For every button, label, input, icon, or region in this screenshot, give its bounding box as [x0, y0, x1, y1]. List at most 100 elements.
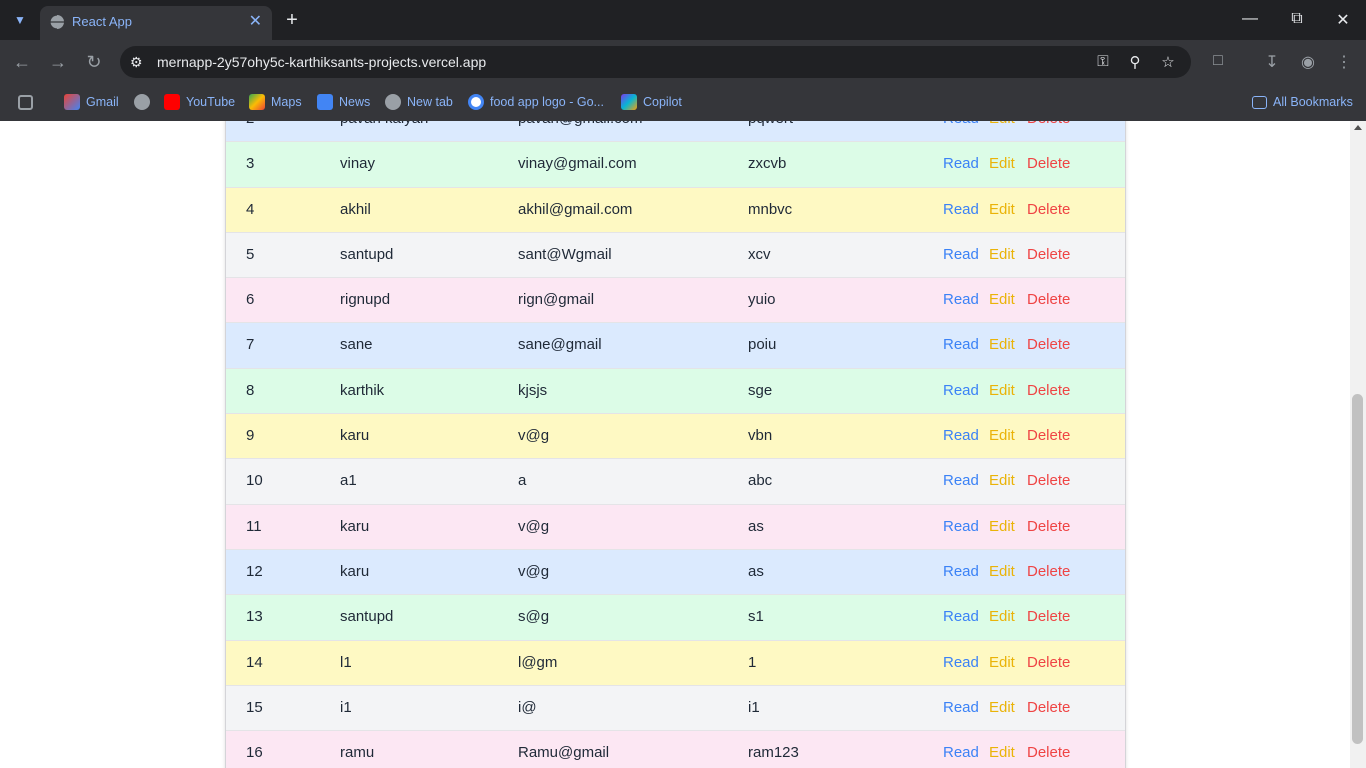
delete-button[interactable]: Delete: [1027, 201, 1070, 218]
user-id: 9: [246, 427, 255, 445]
download-icon[interactable]: ↧: [1262, 52, 1282, 72]
read-button[interactable]: Read: [943, 744, 979, 761]
password-key-icon[interactable]: ⚿: [1093, 53, 1113, 70]
delete-button[interactable]: Delete: [1027, 336, 1070, 353]
user-password: as: [748, 517, 764, 535]
read-button[interactable]: Read: [943, 608, 979, 625]
edit-button[interactable]: Edit: [989, 699, 1015, 716]
user-name: santupd: [340, 245, 394, 263]
user-password: pqwert: [748, 121, 793, 127]
delete-button[interactable]: Delete: [1027, 699, 1070, 716]
read-button[interactable]: Read: [943, 427, 979, 444]
extensions-icon[interactable]: □: [1208, 52, 1228, 70]
page-scrollbar[interactable]: [1350, 121, 1366, 768]
edit-button[interactable]: Edit: [989, 472, 1015, 489]
google-icon: [468, 94, 484, 110]
read-button[interactable]: Read: [943, 472, 979, 489]
scrollbar-thumb[interactable]: [1352, 394, 1363, 744]
site-info-icon[interactable]: ⚙: [130, 54, 146, 70]
address-bar[interactable]: ⚙ mernapp-2y57ohy5c-karthiksants-project…: [120, 46, 1191, 78]
user-email: i@: [518, 698, 537, 716]
edit-button[interactable]: Edit: [989, 427, 1015, 444]
read-button[interactable]: Read: [943, 654, 979, 671]
read-button[interactable]: Read: [943, 291, 979, 308]
user-email: s@g: [518, 608, 550, 626]
bookmark-copilot[interactable]: Copilot: [621, 92, 682, 112]
delete-button[interactable]: Delete: [1027, 654, 1070, 671]
copilot-icon: [621, 94, 637, 110]
edit-button[interactable]: Edit: [989, 246, 1015, 263]
user-id: 10: [246, 472, 263, 490]
bookmark-gmail[interactable]: Gmail: [64, 92, 119, 112]
url-text[interactable]: mernapp-2y57ohy5c-karthiksants-projects.…: [157, 54, 486, 70]
close-tab-icon[interactable]: ✕: [249, 11, 262, 31]
read-button[interactable]: Read: [943, 518, 979, 535]
apps-grid-icon[interactable]: [18, 92, 39, 112]
delete-button[interactable]: Delete: [1027, 246, 1070, 263]
browser-tab[interactable]: React App ✕: [40, 6, 272, 40]
read-button[interactable]: Read: [943, 699, 979, 716]
bookmark-new-tab[interactable]: New tab: [385, 92, 453, 112]
edit-button[interactable]: Edit: [989, 291, 1015, 308]
restore-icon[interactable]: ⧉: [1287, 10, 1307, 28]
scroll-up-icon[interactable]: [1354, 125, 1362, 130]
bookmark-food-app-logo[interactable]: food app logo - Go...: [468, 92, 604, 112]
profile-avatar-icon[interactable]: ◉: [1298, 52, 1318, 72]
bookmark-youtube[interactable]: YouTube: [164, 92, 235, 112]
zoom-icon[interactable]: ⚲: [1125, 53, 1145, 71]
delete-button[interactable]: Delete: [1027, 744, 1070, 761]
menu-icon[interactable]: ⋮: [1334, 52, 1354, 72]
reload-icon[interactable]: ↻: [84, 52, 104, 72]
delete-button[interactable]: Delete: [1027, 608, 1070, 625]
user-password: xcv: [748, 245, 771, 263]
read-button[interactable]: Read: [943, 382, 979, 399]
table-row: 8 karthik kjsjs sge Read Edit Delete: [226, 368, 1125, 415]
edit-button[interactable]: Edit: [989, 654, 1015, 671]
user-id: 13: [246, 608, 263, 626]
delete-button[interactable]: Delete: [1027, 518, 1070, 535]
read-button[interactable]: Read: [943, 201, 979, 218]
delete-button[interactable]: Delete: [1027, 427, 1070, 444]
read-button[interactable]: Read: [943, 336, 979, 353]
delete-button[interactable]: Delete: [1027, 382, 1070, 399]
user-name: vinay: [340, 155, 376, 173]
read-button[interactable]: Read: [943, 563, 979, 580]
delete-button[interactable]: Delete: [1027, 563, 1070, 580]
edit-button[interactable]: Edit: [989, 155, 1015, 172]
table-row: 13 santupd s@g s1 Read Edit Delete: [226, 595, 1125, 641]
edit-button[interactable]: Edit: [989, 201, 1015, 218]
forward-icon[interactable]: →: [48, 52, 68, 72]
browser-toolbar: ← → ↻ ⚙ mernapp-2y57ohy5c-karthiksants-p…: [0, 40, 1366, 85]
bookmark-news[interactable]: News: [317, 92, 370, 112]
table-row: 10 a1 a abc Read Edit Delete: [226, 459, 1125, 505]
delete-button[interactable]: Delete: [1027, 472, 1070, 489]
delete-button[interactable]: Delete: [1027, 121, 1070, 127]
read-button[interactable]: Read: [943, 246, 979, 263]
user-name: i1: [340, 698, 352, 716]
edit-button[interactable]: Edit: [989, 382, 1015, 399]
user-id: 11: [246, 517, 262, 535]
back-icon[interactable]: ←: [12, 52, 32, 72]
delete-button[interactable]: Delete: [1027, 155, 1070, 172]
bookmark-globe[interactable]: [134, 92, 156, 112]
edit-button[interactable]: Edit: [989, 563, 1015, 580]
edit-button[interactable]: Edit: [989, 608, 1015, 625]
bookmark-maps[interactable]: Maps: [249, 92, 302, 112]
read-button[interactable]: Read: [943, 121, 979, 127]
bookmark-star-icon[interactable]: ☆: [1158, 53, 1178, 71]
edit-button[interactable]: Edit: [989, 121, 1015, 127]
edit-button[interactable]: Edit: [989, 744, 1015, 761]
user-email: a: [518, 472, 527, 490]
user-id: 7: [246, 336, 255, 354]
maps-icon: [249, 94, 265, 110]
new-tab-button[interactable]: +: [282, 8, 302, 32]
minimize-icon[interactable]: —: [1240, 10, 1260, 28]
edit-button[interactable]: Edit: [989, 336, 1015, 353]
edit-button[interactable]: Edit: [989, 518, 1015, 535]
tab-search-icon[interactable]: ▼: [8, 8, 32, 32]
close-window-icon[interactable]: ✕: [1333, 10, 1353, 30]
delete-button[interactable]: Delete: [1027, 291, 1070, 308]
table-row: 11 karu v@g as Read Edit Delete: [226, 504, 1125, 550]
all-bookmarks[interactable]: All Bookmarks: [1252, 92, 1353, 112]
read-button[interactable]: Read: [943, 155, 979, 172]
